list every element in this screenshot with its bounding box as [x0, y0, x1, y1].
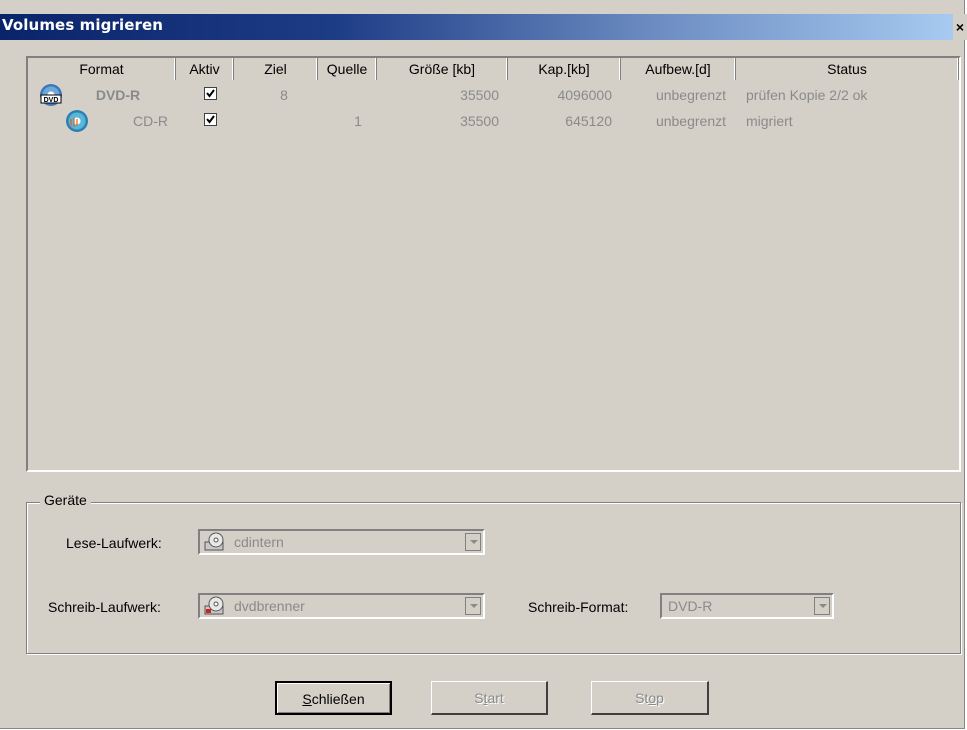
write-format-value: DVD-R	[668, 598, 713, 614]
chevron-down-icon[interactable]	[814, 597, 830, 615]
title-bar[interactable]: Volumes migrieren	[0, 14, 953, 40]
devices-group-label: Geräte	[40, 492, 91, 508]
dvd-disc-icon: DVD	[40, 84, 62, 106]
chevron-down-icon[interactable]	[465, 597, 481, 615]
cd-disc-icon	[66, 110, 88, 132]
stop-button[interactable]: Stop	[591, 681, 709, 715]
aufbew-cell: unbegrenzt	[655, 87, 726, 103]
column-header-status[interactable]: Status	[736, 58, 959, 80]
column-header-groesse[interactable]: Größe [kb]	[377, 58, 508, 80]
read-drive-value: cdintern	[234, 534, 284, 550]
chevron-down-icon[interactable]	[465, 533, 481, 551]
table-row[interactable]: CD-R 1 35500 645120 unbegrenzt migriert	[28, 108, 959, 134]
column-header-ziel[interactable]: Ziel	[234, 58, 318, 80]
list-header: Format Aktiv Ziel Quelle Größe [kb] Kap.…	[28, 58, 959, 80]
write-drive-select[interactable]: dvdbrenner	[198, 593, 485, 619]
aktiv-checkbox[interactable]	[204, 113, 217, 126]
read-drive-select[interactable]: cdintern	[198, 529, 485, 555]
kap-cell: 4096000	[557, 87, 612, 103]
table-row[interactable]: DVD DVD-R 8 35500 4096000 unbegrenzt prü…	[28, 82, 959, 108]
close-button[interactable]: Schließen	[275, 681, 392, 715]
devices-group	[26, 502, 961, 654]
volumes-list[interactable]: Format Aktiv Ziel Quelle Größe [kb] Kap.…	[26, 56, 961, 472]
column-header-kap[interactable]: Kap.[kb]	[508, 58, 621, 80]
status-cell: prüfen Kopie 2/2 ok	[746, 87, 868, 103]
format-cell: DVD-R	[95, 87, 141, 103]
write-drive-value: dvdbrenner	[234, 598, 305, 614]
aktiv-checkbox[interactable]	[204, 87, 217, 100]
write-format-select[interactable]: DVD-R	[660, 593, 834, 619]
kap-cell: 645120	[565, 113, 612, 129]
aufbew-cell: unbegrenzt	[655, 113, 726, 129]
write-format-label: Schreib-Format:	[528, 599, 629, 615]
write-drive-label: Schreib-Laufwerk:	[48, 599, 161, 615]
column-header-aktiv[interactable]: Aktiv	[176, 58, 234, 80]
groesse-cell: 35500	[460, 87, 499, 103]
status-cell: migriert	[746, 113, 793, 129]
window-title: Volumes migrieren	[2, 16, 164, 34]
format-cell: CD-R	[133, 113, 168, 129]
close-icon[interactable]: ×	[953, 14, 967, 40]
start-button[interactable]: Start	[431, 681, 548, 715]
column-header-aufbew[interactable]: Aufbew.[d]	[621, 58, 736, 80]
read-drive-label: Lese-Laufwerk:	[66, 535, 162, 551]
column-header-quelle[interactable]: Quelle	[318, 58, 377, 80]
svg-text:DVD: DVD	[44, 97, 59, 104]
drive-icon	[204, 532, 224, 551]
column-header-format[interactable]: Format	[28, 58, 176, 80]
groesse-cell: 35500	[460, 113, 499, 129]
burner-drive-icon	[204, 596, 224, 615]
dialog-window: Volumes migrieren × Format Aktiv Ziel Qu…	[0, 0, 967, 729]
